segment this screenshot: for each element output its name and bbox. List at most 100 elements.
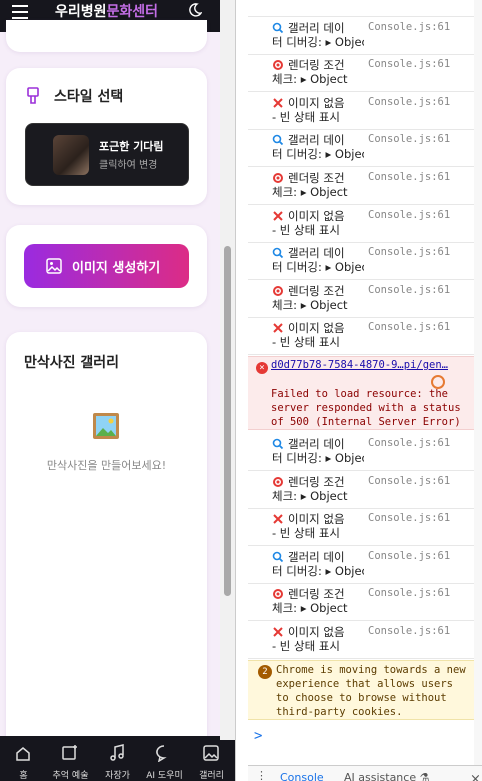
error-link[interactable]: d0d77b78-7584-4870-9…pi/gen… [271, 359, 453, 371]
image-icon [46, 258, 62, 274]
log-source-link[interactable]: Console.js:61 [368, 171, 450, 183]
log-line-2: - 빈 상태 표시 [272, 526, 341, 541]
nav-item-1[interactable]: 추억 예술 [47, 736, 94, 781]
log-message: 이미지 없음 - 빈 상태 표시 [272, 209, 364, 237]
log-line-2: - 빈 상태 표시 [272, 222, 341, 237]
log-line-2: 체크: ▸ Object [272, 185, 348, 199]
close-drawer-button[interactable]: × [470, 772, 481, 781]
log-source-link[interactable]: Console.js:61 [368, 625, 450, 637]
moon-icon[interactable] [186, 2, 202, 18]
log-line-2: 터 디버깅: ▸ Object [272, 563, 364, 578]
nav-item-2[interactable]: 자장가 [94, 736, 141, 781]
log-message: 이미지 없음 - 빈 상태 표시 [272, 512, 364, 540]
nav-label: 추억 예술 [52, 771, 89, 781]
log-source-link[interactable]: Console.js:61 [368, 284, 450, 296]
preset-name: 포근한 기다림 [99, 140, 164, 153]
log-message: 이미지 없음 - 빈 상태 표시 [272, 625, 364, 653]
generate-label: 이미지 생성하기 [72, 261, 161, 276]
music-icon [110, 744, 124, 761]
log-line-1: 갤러리 데이 [288, 549, 345, 564]
warning-count-badge: 2 [258, 665, 272, 679]
style-title: 스타일 선택 [54, 89, 124, 105]
console-drawer-tabs: ⋮ Console AI assistance ⚗ × [248, 765, 482, 781]
log-line-1: 렌더링 조건 [288, 474, 345, 489]
log-line-2: 터 디버깅: ▸ Object [272, 451, 364, 465]
console-prompt[interactable]: > [254, 728, 262, 744]
brand-accent: 문화센터 [106, 4, 159, 20]
log-source-link[interactable]: Console.js:61 [368, 96, 450, 108]
log-source-link[interactable]: Console.js:61 [368, 21, 450, 33]
chat-icon [156, 745, 167, 762]
console-scrollbar[interactable] [474, 0, 482, 765]
console-error: × d0d77b78-7584-4870-9…pi/gen… Failed to… [248, 356, 474, 430]
error-icon: × [256, 362, 268, 374]
log-source-link[interactable]: Console.js:61 [368, 512, 450, 524]
brand-text: 우리병원 [55, 4, 107, 20]
log-line-1: 갤러리 데이 [288, 133, 345, 148]
log-source-link[interactable]: Console.js:61 [368, 133, 450, 145]
tab-ai-assistance[interactable]: AI assistance ⚗ [344, 771, 429, 781]
log-source-link[interactable]: Console.js:61 [368, 475, 450, 487]
nav-label: AI 도우미 [146, 771, 183, 781]
log-source-link[interactable]: Console.js:61 [368, 246, 450, 258]
style-card: 스타일 선택 포근한 기다림 클릭하여 변경 [6, 68, 207, 205]
nav-item-4[interactable]: 갤러리 [188, 736, 235, 781]
console-log-entry: 갤러리 데이 터 디버깅: ▸ Object Console.js:61 [248, 18, 474, 55]
log-source-link[interactable]: Console.js:61 [368, 58, 450, 70]
log-line-2: 체크: ▸ Object [272, 488, 348, 503]
log-line-1: 이미지 없음 [288, 321, 345, 336]
log-line-1: 이미지 없음 [288, 625, 345, 639]
preset-subtitle: 클릭하여 변경 [99, 160, 158, 171]
log-line-2: 체크: ▸ Object [272, 297, 348, 312]
log-message: 갤러리 데이 터 디버깅: ▸ Object [272, 246, 364, 274]
log-line-2: - 빈 상태 표시 [272, 639, 341, 653]
log-source-link[interactable]: Console.js:61 [368, 437, 450, 449]
log-line-2: 터 디버깅: ▸ Object [272, 147, 364, 162]
nav-item-3[interactable]: AI 도우미 [141, 736, 188, 781]
image-plus-icon [62, 745, 77, 760]
log-message: 이미지 없음 - 빈 상태 표시 [272, 96, 364, 124]
console-warning: 2 Chrome is moving towards a new experie… [248, 660, 474, 720]
log-message: 갤러리 데이 터 디버깅: ▸ Object [272, 21, 364, 49]
app-scrollbar[interactable] [220, 0, 235, 740]
console-log-entry: 갤러리 데이 터 디버깅: ▸ Object Console.js:61 [248, 130, 474, 168]
log-source-link[interactable]: Console.js:61 [368, 550, 450, 562]
style-preset-button[interactable]: 포근한 기다림 클릭하여 변경 [25, 123, 189, 186]
panel-divider[interactable] [235, 0, 248, 781]
console-log-entry: 이미지 없음 - 빈 상태 표시 Console.js:61 [248, 509, 474, 547]
log-message: 렌더링 조건 체크: ▸ Object [272, 475, 364, 503]
log-message: 렌더링 조건 체크: ▸ Object [272, 587, 364, 615]
tab-console[interactable]: Console [280, 771, 324, 781]
menu-icon[interactable] [12, 5, 28, 21]
nav-label: 홈 [19, 771, 28, 781]
app-panel: 우리병원문화센터 스타일 선택 포근한 기다림 클릭하여 변경 이미지 생성하기… [0, 0, 235, 781]
nav-label: 자장가 [105, 771, 130, 781]
log-message: 렌더링 조건 체크: ▸ Object [272, 171, 364, 199]
log-message: 갤러리 데이 터 디버깅: ▸ Object [272, 550, 364, 578]
generate-image-button[interactable]: 이미지 생성하기 [24, 244, 189, 288]
console-log-entry: 렌더링 조건 체크: ▸ Object Console.js:61 [248, 55, 474, 93]
gallery-card: 만삭사진 갤러리 만삭사진을 만들어보세요! [6, 332, 207, 781]
log-line-2: 터 디버깅: ▸ Object [272, 260, 364, 275]
log-line-1: 이미지 없음 [288, 512, 345, 527]
log-line-1: 렌더링 조건 [288, 171, 345, 185]
console-log-entry: 렌더링 조건 체크: ▸ Object Console.js:61 [248, 168, 474, 205]
console-log-entry: 렌더링 조건 체크: ▸ Object Console.js:61 [248, 584, 474, 622]
console-log-entry: 갤러리 데이 터 디버깅: ▸ Object Console.js:61 [248, 547, 474, 584]
previous-card [6, 20, 207, 52]
console-log-entry: 렌더링 조건 체크: ▸ Object Console.js:61 [248, 281, 474, 318]
warning-message: Chrome is moving towards a new experienc… [276, 664, 466, 718]
console-log-entry: 렌더링 조건 체크: ▸ Object Console.js:61 [248, 472, 474, 509]
log-source-link[interactable]: Console.js:61 [368, 321, 450, 333]
picture-icon [93, 413, 119, 439]
nav-item-0[interactable]: 홈 [0, 736, 47, 781]
brush-icon [27, 87, 39, 104]
app-scroll-thumb[interactable] [224, 246, 231, 596]
log-source-link[interactable]: Console.js:61 [368, 587, 450, 599]
nav-label: 갤러리 [199, 771, 224, 781]
log-line-2: - 빈 상태 표시 [272, 335, 341, 350]
log-line-1: 렌더링 조건 [288, 58, 345, 73]
gallery-empty-message: 만삭사진을 만들어보세요! [46, 459, 167, 472]
more-menu-icon[interactable]: ⋮ [256, 769, 267, 781]
log-source-link[interactable]: Console.js:61 [368, 209, 450, 221]
